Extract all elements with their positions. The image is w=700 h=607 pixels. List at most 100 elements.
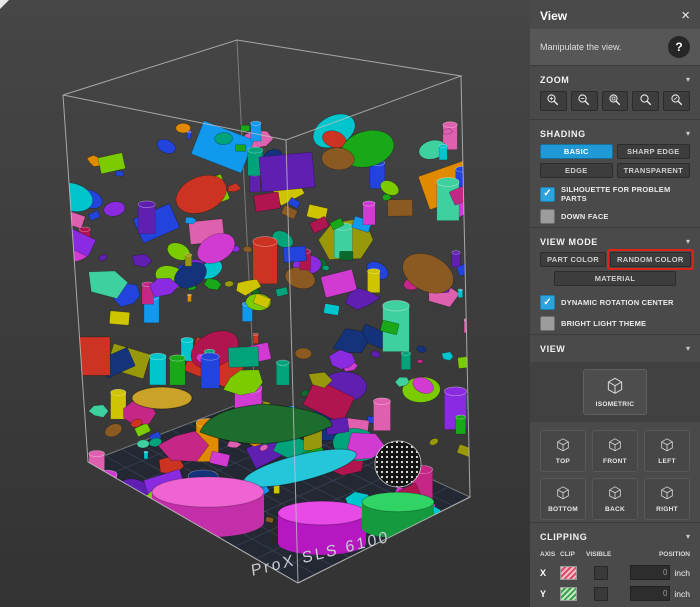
random-color-button[interactable]: RANDOM COLOR (610, 252, 691, 267)
material-button-wrap: MATERIAL (530, 267, 700, 288)
section-header-shading[interactable]: SHADING ▾ (530, 119, 700, 144)
checkbox-silhouette[interactable]: ✓ SILHOUETTE FOR PROBLEM PARTS (530, 182, 700, 206)
section-label: CLIPPING (540, 532, 587, 542)
panel-subtitle-row: Manipulate the view. ? (530, 29, 700, 65)
section-header-zoom[interactable]: ZOOM ▾ (530, 65, 700, 90)
viewport-corner-marker (0, 0, 9, 9)
checkbox-label: DOWN FACE (561, 212, 609, 221)
cube-icon (555, 437, 571, 456)
shading-edge-button[interactable]: EDGE (540, 163, 613, 178)
help-icon[interactable]: ? (668, 36, 690, 58)
zoom-window-icon (608, 93, 622, 110)
col-header-position: POSITION (626, 551, 690, 558)
clipping-table: AXIS CLIP VISIBLE POSITION X inch Y (530, 547, 700, 607)
view-top-button[interactable]: TOP (540, 430, 586, 472)
app-window: ProX SLS 6100 View × Manipulate the view… (0, 0, 700, 607)
chevron-down-icon[interactable]: ▾ (686, 76, 690, 84)
clip-x-visible-checkbox[interactable] (594, 566, 608, 580)
bright-theme-checkbox[interactable] (540, 316, 555, 331)
isometric-strip: ISOMETRIC (530, 362, 700, 422)
clip-y-swatch[interactable] (560, 587, 577, 601)
clip-row-x: X inch (540, 562, 690, 583)
shading-transparent-button[interactable]: TRANSPARENT (617, 163, 690, 178)
view-front-button[interactable]: FRONT (592, 430, 638, 472)
clip-y-visible-checkbox[interactable] (594, 587, 608, 601)
zoom-in-icon (546, 93, 560, 110)
dynamic-rotation-checkbox[interactable]: ✓ (540, 295, 555, 310)
section-header-view-mode[interactable]: VIEW MODE ▾ (530, 227, 700, 252)
col-header-visible: VISIBLE (586, 551, 626, 558)
checkbox-dynamic-rotation[interactable]: ✓ DYNAMIC ROTATION CENTER (530, 292, 700, 313)
zoom-fit-icon (639, 93, 653, 110)
part-color-button[interactable]: PART COLOR (540, 252, 606, 267)
view-panel: View × Manipulate the view. ? ZOOM ▾ SHA… (530, 0, 700, 607)
chevron-down-icon[interactable]: ▾ (686, 130, 690, 138)
viewport-3d[interactable]: ProX SLS 6100 (0, 0, 530, 607)
view-right-button[interactable]: RIGHT (644, 478, 690, 520)
section-header-clipping[interactable]: CLIPPING ▾ (530, 522, 700, 547)
clip-x-swatch[interactable] (560, 566, 577, 580)
clip-row-y: Y inch (540, 583, 690, 604)
unit-label: inch (674, 568, 690, 578)
checkbox-bright-theme[interactable]: BRIGHT LIGHT THEME (530, 313, 700, 334)
axis-label: Y (540, 589, 560, 599)
zoom-window-button[interactable] (602, 91, 629, 111)
chevron-down-icon[interactable]: ▾ (686, 345, 690, 353)
cube-icon (607, 437, 623, 456)
section-label: VIEW (540, 344, 565, 354)
view-bottom-button[interactable]: BOTTOM (540, 478, 586, 520)
section-label: SHADING (540, 129, 586, 139)
down-face-checkbox[interactable] (540, 209, 555, 224)
panel-header: View × (530, 0, 700, 29)
shading-basic-button[interactable]: BASIC (540, 144, 613, 159)
silhouette-checkbox[interactable]: ✓ (540, 187, 555, 202)
cube-icon (659, 485, 675, 504)
zoom-toolbar (530, 90, 700, 119)
section-header-view[interactable]: VIEW ▾ (530, 334, 700, 359)
col-header-axis: AXIS (540, 551, 560, 558)
checkbox-label: SILHOUETTE FOR PROBLEM PARTS (561, 185, 690, 203)
view-button-label: FRONT (603, 458, 627, 465)
scene-svg: ProX SLS 6100 (0, 0, 530, 607)
position-cell: inch (626, 565, 690, 580)
cube-icon (555, 485, 571, 504)
clip-x-position-input[interactable] (630, 565, 670, 580)
zoom-out-icon (577, 93, 591, 110)
random-color-highlight-wrap: RANDOM COLOR (610, 252, 691, 267)
view-button-label: BOTTOM (548, 506, 578, 513)
chevron-down-icon[interactable]: ▾ (686, 533, 690, 541)
cube-icon (605, 376, 625, 399)
view-mode-buttons: PART COLOR RANDOM COLOR (530, 252, 700, 267)
section-label: VIEW MODE (540, 237, 598, 247)
view-button-label: BACK (605, 506, 625, 513)
material-button[interactable]: MATERIAL (554, 271, 676, 286)
view-isometric-button[interactable]: ISOMETRIC (583, 369, 647, 415)
zoom-in-button[interactable] (540, 91, 567, 111)
checkbox-down-face[interactable]: DOWN FACE (530, 206, 700, 227)
cube-icon (659, 437, 675, 456)
view-button-label: RIGHT (656, 506, 678, 513)
zoom-selection-icon (670, 93, 684, 110)
shading-sharp-edge-button[interactable]: SHARP EDGE (617, 144, 690, 159)
shading-buttons: BASIC SHARP EDGE EDGE TRANSPARENT (530, 144, 700, 178)
col-header-clip: CLIP (560, 551, 586, 558)
panel-title: View (540, 9, 567, 23)
zoom-selection-button[interactable] (663, 91, 690, 111)
close-icon[interactable]: × (681, 8, 690, 23)
zoom-fit-button[interactable] (632, 91, 659, 111)
section-label: ZOOM (540, 75, 569, 85)
check-icon: ✓ (543, 298, 551, 308)
clip-y-position-input[interactable] (630, 586, 670, 601)
view-left-button[interactable]: LEFT (644, 430, 690, 472)
unit-label: inch (674, 589, 690, 599)
zoom-out-button[interactable] (571, 91, 598, 111)
cube-icon (607, 485, 623, 504)
view-buttons-grid: TOP FRONT LEFT BOTTOM BACK RIGHT (530, 422, 700, 522)
chevron-down-icon[interactable]: ▾ (686, 238, 690, 246)
view-button-label: ISOMETRIC (596, 401, 635, 408)
position-cell: inch (626, 586, 690, 601)
view-back-button[interactable]: BACK (592, 478, 638, 520)
axis-label: X (540, 568, 560, 578)
checkbox-label: DYNAMIC ROTATION CENTER (561, 298, 674, 307)
panel-subtitle: Manipulate the view. (540, 42, 622, 52)
